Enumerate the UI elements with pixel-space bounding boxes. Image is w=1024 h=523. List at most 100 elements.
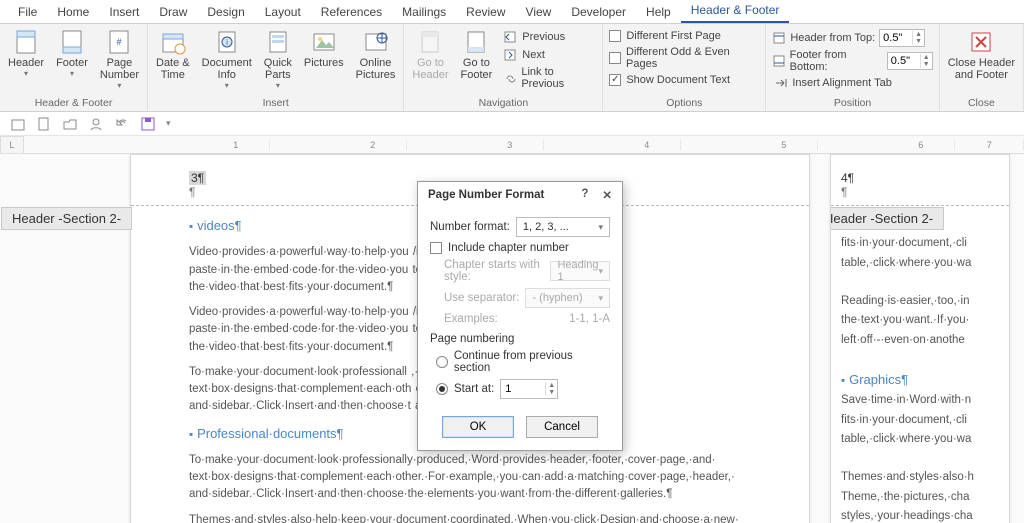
number-format-label: Number format: [430,221,510,233]
quick-access-toolbar: ▾ [0,112,1024,136]
tab-strip: File Home Insert Draw Design Layout Refe… [0,0,1024,24]
group-close: Close Header and Footer Close [940,24,1024,111]
header-from-top-row: Header from Top: ▲▼ [772,29,932,47]
tab-header-footer[interactable]: Header & Footer [681,0,790,23]
page-number-button[interactable]: # Page Number▾ [98,27,141,91]
qat-new-icon[interactable] [36,116,52,132]
header-button[interactable]: Header▾ [6,27,46,79]
tab-references[interactable]: References [311,1,392,23]
group-label: Options [609,97,759,111]
group-options: Different First Page Different Odd & Eve… [603,24,766,111]
group-insert: Date & Time i Document Info▾ Quick Parts… [148,24,404,111]
document-workspace: L 1 2 3 4 5 6 7 3¶ ¶ Header -Section 2- … [0,136,1024,523]
footer-button[interactable]: Footer▾ [54,27,90,79]
tab-view[interactable]: View [516,1,562,23]
dialog-close-icon[interactable]: ✕ [602,188,612,202]
horizontal-ruler[interactable]: 1 2 3 4 5 6 7 [24,136,1024,154]
goto-footer-icon [465,29,487,55]
dialog-title: Page Number Format [428,189,544,201]
goto-footer-button[interactable]: Go to Footer [458,27,494,83]
page-number-icon: # [108,29,130,55]
previous-button[interactable]: Previous [502,29,596,45]
doc-info-icon: i [216,29,238,55]
next-icon [504,48,518,62]
group-label: Insert [154,97,397,111]
pictures-button[interactable]: Pictures [302,27,346,71]
tab-home[interactable]: Home [47,1,99,23]
group-label: Position [772,97,932,111]
page-numbering-section-label: Page numbering [430,333,610,345]
qat-undo-icon[interactable] [114,116,130,132]
document-body[interactable]: ord·with·nfits·in·your·document,·clitabl… [841,216,1009,523]
svg-text:i: i [226,38,228,47]
online-pictures-icon [363,29,389,55]
tab-insert[interactable]: Insert [99,1,149,23]
group-label: Close [946,97,1017,111]
link-previous-button[interactable]: Link to Previous [502,65,596,91]
header-section-tag: Header -Section 2- [1,207,132,230]
page-number-format-dialog: Page Number Format ? ✕ Number format: 1,… [417,181,623,451]
goto-header-icon [419,29,441,55]
qat-dropdown-icon[interactable]: ▾ [166,118,171,129]
tab-developer[interactable]: Developer [561,1,636,23]
footer-margin-icon [772,54,785,68]
date-time-button[interactable]: Date & Time [154,27,192,83]
calendar-icon [160,29,186,55]
tab-review[interactable]: Review [456,1,515,23]
align-tab-icon [774,76,788,90]
tab-file[interactable]: File [8,1,47,23]
footer-icon [61,29,83,55]
quick-parts-button[interactable]: Quick Parts▾ [262,27,294,91]
qat-open-icon[interactable] [62,116,78,132]
cancel-button[interactable]: Cancel [526,416,598,438]
quick-parts-icon [267,29,289,55]
group-label: Header & Footer [6,97,141,111]
group-position: Header from Top: ▲▼ Footer from Bottom: … [766,24,939,111]
goto-header-button: Go to Header [410,27,450,83]
start-at-radio[interactable] [436,383,448,395]
chevron-down-icon: ▾ [276,83,280,89]
tab-design[interactable]: Design [197,1,254,23]
continue-radio[interactable] [436,356,448,368]
tab-draw[interactable]: Draw [149,1,197,23]
link-icon [504,71,517,85]
group-label: Navigation [410,97,596,111]
number-format-select[interactable]: 1, 2, 3, ...▾ [516,217,610,237]
tab-help[interactable]: Help [636,1,681,23]
svg-text:#: # [117,37,122,47]
chapter-style-select: Heading 1▾ [550,261,610,281]
ok-button[interactable]: OK [442,416,514,438]
different-first-page-checkbox[interactable]: Different First Page [609,29,759,43]
close-header-footer-button[interactable]: Close Header and Footer [946,27,1017,83]
page-4[interactable]: 4¶ ¶ Header -Section 2- ord·with·nfits·i… [830,154,1010,523]
show-doc-text-checkbox[interactable]: ✓Show Document Text [609,73,759,87]
qat-account-icon[interactable] [88,116,104,132]
page-number-field[interactable]: 4¶ [841,171,1009,185]
group-header-footer: Header▾ Footer▾ # Page Number▾ Header & … [0,24,148,111]
header-section-tag: Header -Section 2- [830,207,944,230]
group-navigation: Go to Header Go to Footer Previous Next … [404,24,603,111]
tab-mailings[interactable]: Mailings [392,1,456,23]
separator-select: - (hyphen)▾ [525,288,610,308]
dialog-help-icon[interactable]: ? [581,188,588,202]
tab-layout[interactable]: Layout [255,1,311,23]
chevron-down-icon: ▾ [225,83,229,89]
chevron-down-icon: ▾ [598,222,603,233]
document-info-button[interactable]: i Document Info▾ [200,27,254,91]
pilcrow-icon: ¶ [841,185,1009,199]
footer-bottom-input[interactable]: ▲▼ [887,52,933,70]
header-margin-icon [772,31,786,45]
include-chapter-checkbox[interactable] [430,242,442,254]
chevron-down-icon: ▾ [24,71,28,77]
close-icon [968,29,994,55]
qat-save-icon[interactable] [140,116,156,132]
header-icon [15,29,37,55]
previous-icon [504,30,518,44]
different-odd-even-checkbox[interactable]: Different Odd & Even Pages [609,45,759,71]
header-top-input[interactable]: ▲▼ [879,29,925,47]
qat-home-icon[interactable] [10,116,26,132]
insert-alignment-tab-button[interactable]: Insert Alignment Tab [772,75,932,91]
next-button[interactable]: Next [502,47,596,63]
online-pictures-button[interactable]: Online Pictures [354,27,398,83]
start-at-input[interactable]: ▲▼ [500,379,558,399]
